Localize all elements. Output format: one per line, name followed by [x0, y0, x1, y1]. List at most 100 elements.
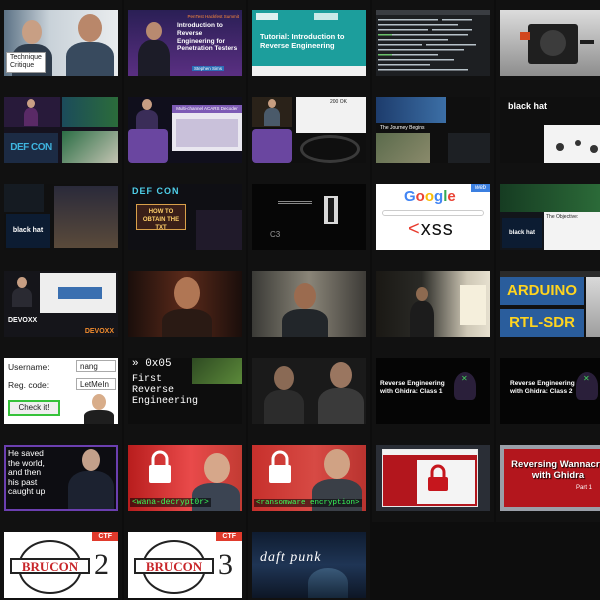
thumbnail-image: black hat The Objective: [500, 184, 600, 250]
x-icon: ✕ [583, 374, 590, 383]
video-thumbnail-man-closeup-red[interactable] [124, 261, 246, 348]
thumbnail-image: Tutorial: Introduction to Reverse Engine… [252, 10, 366, 76]
brucon-logo: BRUCON [10, 558, 90, 574]
window-titlebar [383, 450, 477, 455]
thumbnail-image: black hat [4, 184, 118, 250]
video-thumbnail-devoxx-talk[interactable]: DEVOXX DEVOXX [0, 261, 122, 348]
video-thumbnail-multichannel-acars-decoder[interactable]: Multi-channel ACARS Decoder [124, 87, 246, 174]
thumbnail-image: web Google <xss [376, 184, 490, 250]
username-field: nang [76, 360, 116, 372]
video-thumbnail-saved-the-world[interactable]: He saved the world, and then his past ca… [0, 435, 122, 522]
video-thumbnail-wana-decryptor[interactable]: <wana-decrypt0r> [124, 435, 246, 522]
presentation-slide: 200 OK [296, 97, 366, 133]
video-thumbnail-brucon-ctf-2[interactable]: CTF BRUCON 2 [0, 522, 122, 600]
video-thumbnail-wannacry-window[interactable] [372, 435, 494, 522]
slide-diagram [58, 287, 102, 299]
title-card: HOW TO OBTAIN THE TXT [136, 204, 186, 231]
thumbnail-image: Technique Critique [4, 10, 118, 76]
event-name: PenTest Hackfest Summit [187, 14, 239, 19]
thumbnail-image [500, 10, 600, 76]
slide-title: Multi-channel ACARS Decoder [172, 105, 242, 113]
caption: <wana-decrypt0r> [130, 498, 211, 507]
slide-title: The Objective: [546, 214, 579, 220]
presentation-slide: Multi-channel ACARS Decoder [172, 105, 242, 151]
helmet-silhouette [308, 568, 348, 598]
video-thumbnail-defcon-how-to-obtain[interactable]: DEF CON HOW TO OBTAIN THE TXT [124, 174, 246, 261]
devoxx-logo-corner: DEVOXX [84, 328, 114, 335]
video-thumbnail-blackhat-journey-begins[interactable]: The Journey Begins [372, 87, 494, 174]
video-thumbnail-defcon-talk[interactable]: DEF CON [0, 87, 122, 174]
part-label: Part 1 [576, 485, 593, 491]
video-thumbnail-speaker-presenting-screen[interactable] [372, 261, 494, 348]
bug-image [192, 358, 242, 384]
episode-number: » 0x05 [132, 358, 172, 370]
thumbnail-image [252, 358, 366, 424]
person-figure [68, 449, 114, 509]
video-thumbnail-two-men-talking[interactable] [248, 348, 370, 435]
video-thumbnail-intro-reverse-engineering-pentesters[interactable]: PenTest Hackfest Summit Introduction to … [124, 0, 246, 87]
video-thumbnail-brucon-ctf-3[interactable]: CTF BRUCON 3 [124, 522, 246, 600]
thumbnail-image: daft punk [252, 532, 366, 598]
thumbnail-image: Multi-channel ACARS Decoder [128, 97, 242, 163]
brucon-logo: BRUCON [134, 558, 214, 574]
thumbnail-image: C3 [252, 184, 366, 250]
video-thumbnail-terminal-session[interactable] [372, 0, 494, 87]
caption: <ransomware encryption> [254, 499, 362, 507]
blackhat-logo: black hat [508, 101, 548, 111]
stage-screen [62, 97, 118, 127]
video-thumbnail-blackhat-the-objective[interactable]: black hat The Objective: [496, 174, 600, 261]
speaker-figure [12, 277, 32, 307]
check-it-button: Check it! [8, 400, 60, 416]
slide-text-lines [278, 200, 312, 208]
video-thumbnail-ghidra-class-1[interactable]: Reverse Engineering with Ghidra: Class 1… [372, 348, 494, 435]
thumbnail-image: 200 OK [252, 97, 366, 163]
thumbnail-image: Username: nang Reg. code: LetMeIn Check … [4, 358, 118, 424]
video-thumbnail-stage-talk-200-ok[interactable]: 200 OK [248, 87, 370, 174]
video-thumbnail-grid: Technique Critique PenTest Hackfest Summ… [0, 0, 600, 600]
defcon-logo: DEF CON [4, 133, 58, 163]
video-title: Reversing Wannacry with Ghidra [511, 459, 600, 481]
ctf-badge: CTF [92, 532, 118, 541]
blackhat-logo: black hat [6, 214, 50, 248]
video-thumbnail-blackhat-firmware-talk[interactable]: black hat [0, 174, 122, 261]
video-thumbnail-man-talking-room[interactable] [248, 261, 370, 348]
thumbnail-image: ARDUINO RTL-SDR [500, 271, 600, 337]
thumbnail-image: He saved the world, and then his past ca… [4, 445, 118, 511]
video-thumbnail-technique-critique[interactable]: Technique Critique [0, 0, 122, 87]
presentation-slide: The Objective: [544, 212, 600, 250]
video-thumbnail-reversing-wannacry-ghidra[interactable]: Reversing Wannacry with Ghidra Part 1 [496, 435, 600, 522]
technique-critique-badge: Technique Critique [6, 51, 46, 73]
video-thumbnail-tutorial-intro-reverse-engineering[interactable]: Tutorial: Introduction to Reverse Engine… [248, 0, 370, 87]
thumbnail-image: DEVOXX DEVOXX [4, 271, 118, 337]
person-figure [318, 362, 364, 424]
thumbnail-image [252, 271, 366, 337]
video-thumbnail-c3-dark-slide[interactable]: C3 [248, 174, 370, 261]
video-thumbnail-ransomware-encryption[interactable]: <ransomware encryption> [248, 435, 370, 522]
video-title: Reverse Engineering with Ghidra: Class 1 [380, 380, 445, 395]
event-logo [252, 129, 292, 163]
video-thumbnail-blackhat-malware-talk[interactable]: black hat [496, 87, 600, 174]
sdr-control-panel [586, 277, 600, 337]
terminal-text-lines [378, 19, 476, 71]
video-thumbnail-arduino-rtl-sdr[interactable]: ARDUINO RTL-SDR [496, 261, 600, 348]
x-icon: ✕ [461, 374, 468, 383]
padlock-icon [149, 450, 171, 483]
thumbnail-image: » 0x05 First Reverse Engineering [128, 358, 242, 424]
video-thumbnail-ghidra-class-2[interactable]: Reverse Engineering with Ghidra: Class 2… [496, 348, 600, 435]
video-thumbnail-google-xss[interactable]: web Google <xss [372, 174, 494, 261]
thumbnail-image: DEF CON HOW TO OBTAIN THE TXT [128, 184, 242, 250]
presentation-slide [544, 125, 600, 163]
video-title: First Reverse Engineering [132, 374, 199, 407]
person-figure [162, 275, 212, 337]
video-title: He saved the world, and then his past ca… [8, 448, 46, 496]
devoxx-logo: DEVOXX [8, 317, 38, 324]
thumbnail-image: PenTest Hackfest Summit Introduction to … [128, 10, 242, 76]
blackhat-logo: black hat [502, 218, 542, 248]
video-thumbnail-first-reverse-engineering[interactable]: » 0x05 First Reverse Engineering [124, 348, 246, 435]
video-title: Reverse Engineering with Ghidra: Class 2 [510, 380, 575, 395]
thumbnail-image: DEF CON [4, 97, 118, 163]
sponsor-logo [314, 13, 338, 20]
video-thumbnail-crackme-username[interactable]: Username: nang Reg. code: LetMeIn Check … [0, 348, 122, 435]
video-thumbnail-daft-punk[interactable]: daft punk [248, 522, 370, 600]
video-thumbnail-hardware-board-closeup[interactable] [496, 0, 600, 87]
